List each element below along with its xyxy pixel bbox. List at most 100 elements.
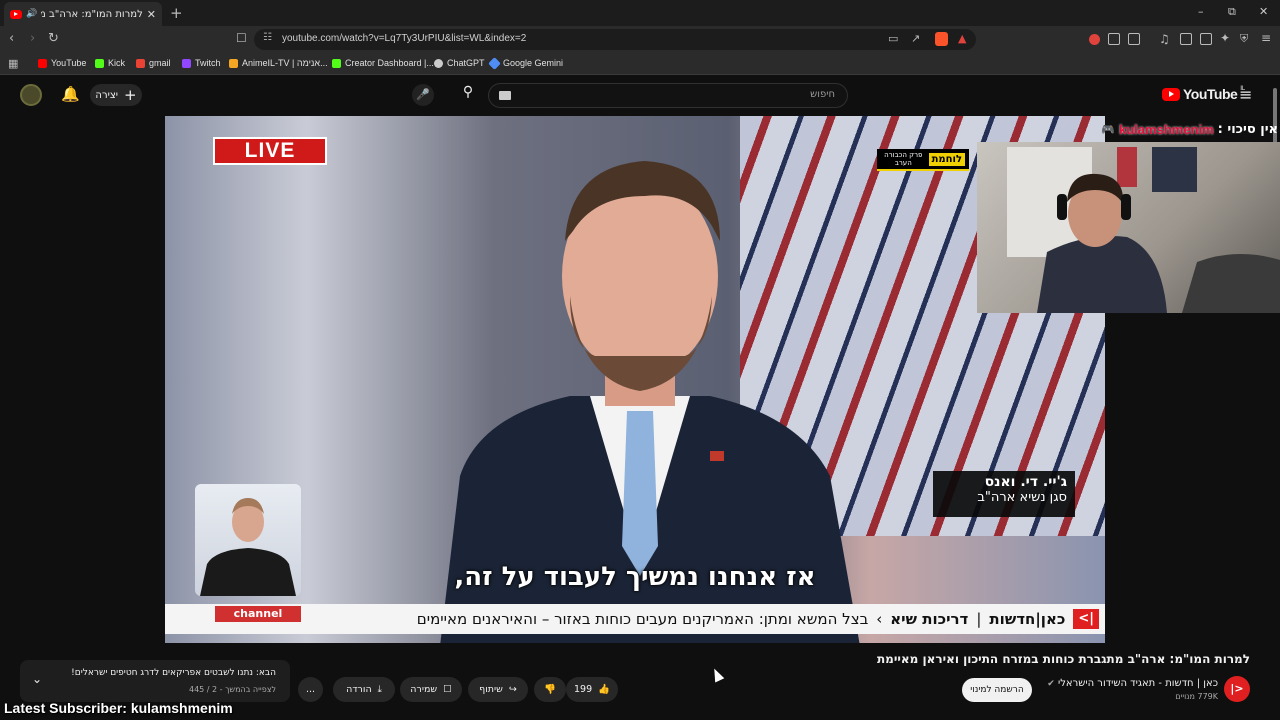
maximize-button[interactable]: ⧉ bbox=[1228, 5, 1236, 19]
browser-toolbar: ‹ › ↻ ☐ ☷ youtube.com/watch?v=Lq7Ty3UrPI… bbox=[0, 26, 1280, 53]
sidebar-icon[interactable] bbox=[1180, 33, 1192, 45]
notifications-bell-icon[interactable]: 🔔 bbox=[61, 85, 80, 103]
lower-third-title: סגן נשיא ארה"ב bbox=[977, 490, 1067, 505]
url-text[interactable]: youtube.com/watch?v=Lq7Ty3UrPIU&list=WL&… bbox=[282, 33, 526, 44]
guide-menu-icon[interactable]: ≡ bbox=[1239, 85, 1252, 104]
war-badge: לוחמת פרק הכבורה הערב bbox=[877, 149, 969, 171]
dislike-button[interactable]: 👎 bbox=[534, 677, 566, 702]
ticker-chevron-icon: › bbox=[876, 610, 883, 628]
share-page-icon[interactable]: ↗ bbox=[911, 32, 920, 45]
search-input[interactable]: חיפוש bbox=[488, 83, 848, 108]
ticker-brand: כאן|חדשות bbox=[989, 610, 1066, 628]
brave-rewards-icon[interactable]: ▲ bbox=[958, 32, 966, 45]
download-icon: ⤓ bbox=[377, 684, 382, 695]
video-player[interactable]: LIVE לוחמת פרק הכבורה הערב ג'יי. די. ואנ… bbox=[165, 116, 1105, 643]
search-icon[interactable]: ⚲ bbox=[450, 84, 486, 108]
signer-channel-tag: channel bbox=[215, 606, 301, 622]
streamer-prefix: אין סיכוי : bbox=[1217, 121, 1278, 137]
subscribe-button[interactable]: הרשמה למינוי bbox=[962, 678, 1032, 702]
bookmark-chatgpt[interactable]: ChatGPT bbox=[434, 58, 485, 68]
speaker-icon[interactable]: 🔊 bbox=[26, 9, 37, 19]
streamer-badge-icons: 🎮 bbox=[1101, 122, 1116, 136]
playlist-next-card[interactable]: ⌄ הבא: נתנו לשבטים אפריקאים לדרג חטיפים … bbox=[20, 660, 290, 702]
create-label: יצירה bbox=[95, 89, 118, 101]
cast-icon[interactable]: ▭ bbox=[888, 32, 898, 45]
share-button[interactable]: שיתוף ↪ bbox=[468, 677, 528, 702]
news-ticker: |> כאן|חדשות | דריכות שיא › בצל המשא ומת… bbox=[165, 604, 1105, 634]
tab-title: למרות המו"מ: ארה"ב מתגברת כ bbox=[41, 8, 143, 20]
search-placeholder: חיפוש bbox=[810, 89, 835, 100]
wallet-icon[interactable] bbox=[1200, 33, 1212, 45]
share-icon: ↪ bbox=[508, 684, 517, 695]
save-label: שמירה bbox=[410, 684, 438, 695]
war-badge-main: לוחמת bbox=[928, 152, 965, 166]
back-icon[interactable]: ‹ bbox=[9, 31, 14, 46]
lower-third-name: ג'יי. די. ואנס bbox=[984, 474, 1067, 490]
apps-grid-icon[interactable]: ▦ bbox=[8, 57, 18, 70]
leo-ai-icon[interactable]: ✦ bbox=[1220, 31, 1230, 45]
ticker-logo: |> bbox=[1073, 609, 1099, 629]
site-settings-icon[interactable]: ☷ bbox=[263, 32, 272, 43]
channel-name[interactable]: כאן | חדשות - תאגיד השידור הישראלי ✔ bbox=[1030, 678, 1218, 689]
media-controls-icon[interactable]: ♫ bbox=[1159, 32, 1170, 46]
bookmark-youtube[interactable]: YouTube bbox=[38, 58, 86, 68]
bookmark-twitch[interactable]: Twitch bbox=[182, 58, 221, 68]
next-video-title: הבא: נתנו לשבטים אפריקאים לדרג חטיפים יש… bbox=[71, 668, 276, 678]
keyboard-icon[interactable] bbox=[499, 91, 511, 100]
subscriber-count: 779K מנויים bbox=[1175, 692, 1218, 701]
ticker-separator: | bbox=[976, 610, 982, 628]
tab-close-icon[interactable]: ✕ bbox=[147, 8, 156, 21]
vpn-shield-icon[interactable]: ⛨ bbox=[1240, 32, 1248, 46]
tab-search-icon[interactable] bbox=[1128, 33, 1140, 45]
address-bar[interactable]: ☷ youtube.com/watch?v=Lq7Ty3UrPIU&list=W… bbox=[254, 29, 976, 50]
streamer-name: kulamshmenim bbox=[1119, 121, 1214, 137]
bookmarks-bar: ▦ YouTube Kick gmail Twitch AnimeIL-TV |… bbox=[0, 53, 1280, 75]
new-tab-button[interactable]: + bbox=[170, 4, 183, 22]
create-button[interactable]: יצירה + bbox=[90, 84, 142, 106]
extensions-puzzle-icon[interactable] bbox=[1108, 33, 1120, 45]
download-button[interactable]: הורדה ⤓ bbox=[333, 677, 395, 702]
close-window-button[interactable]: ✕ bbox=[1259, 5, 1268, 18]
ticker-section: דריכות שיא bbox=[890, 610, 969, 628]
bookmark-page-icon[interactable]: ☐ bbox=[236, 31, 247, 45]
like-icon[interactable]: 👍 bbox=[598, 684, 610, 695]
like-dislike-group: 199 👍 bbox=[566, 677, 618, 702]
lower-third: ג'יי. די. ואנס סגן נשיא ארה"ב bbox=[933, 471, 1075, 517]
extension-record-icon[interactable] bbox=[1089, 34, 1100, 45]
bookmark-animeil[interactable]: AnimeIL-TV | אנימה... bbox=[229, 58, 328, 68]
bookmark-creator-dashboard[interactable]: Creator Dashboard |... bbox=[332, 58, 434, 68]
youtube-masthead: 🔔 יצירה + 🎤 ⚲ חיפוש YouTube IL ≡ bbox=[0, 76, 1280, 116]
bookmark-gmail[interactable]: gmail bbox=[136, 58, 171, 68]
war-badge-sub: פרק הכבורה הערב bbox=[884, 151, 923, 167]
reload-icon[interactable]: ↻ bbox=[48, 31, 59, 46]
streamer-overlay-label: אין סיכוי : kulamshmenim 🎮 bbox=[998, 119, 1278, 139]
more-icon: ... bbox=[305, 684, 316, 695]
bookmark-kick[interactable]: Kick bbox=[95, 58, 125, 68]
browser-menu-icon[interactable]: ≡ bbox=[1261, 31, 1271, 45]
account-avatar[interactable] bbox=[20, 84, 42, 106]
youtube-favicon-icon bbox=[10, 9, 22, 19]
forward-icon[interactable]: › bbox=[30, 31, 35, 46]
browser-tab-active[interactable]: 🔊 למרות המו"מ: ארה"ב מתגברת כ ✕ bbox=[4, 2, 162, 26]
live-badge: LIVE bbox=[213, 137, 327, 165]
channel-name-text[interactable]: כאן | חדשות - תאגיד השידור הישראלי bbox=[1058, 678, 1218, 689]
minimize-button[interactable]: – bbox=[1198, 5, 1204, 18]
next-video-subtitle: לצפייה בהמשך - 2 / 445 bbox=[188, 685, 276, 694]
like-count[interactable]: 199 bbox=[574, 684, 592, 695]
webcam-scene bbox=[1007, 147, 1280, 313]
bookmark-gemini[interactable]: Google Gemini bbox=[488, 56, 563, 70]
dislike-icon: 👎 bbox=[544, 684, 556, 695]
youtube-play-icon bbox=[1162, 87, 1180, 101]
youtube-logo[interactable]: YouTube IL bbox=[1162, 86, 1245, 102]
voice-search-icon[interactable]: 🎤 bbox=[412, 84, 434, 106]
browser-tab-strip: 🔊 למרות המו"מ: ארה"ב מתגברת כ ✕ + – ⧉ ✕ bbox=[0, 0, 1280, 26]
save-bookmark-icon: ☐ bbox=[443, 684, 452, 695]
save-button[interactable]: שמירה ☐ bbox=[400, 677, 462, 702]
plus-icon: + bbox=[124, 86, 137, 104]
chevron-down-icon[interactable]: ⌄ bbox=[32, 672, 42, 686]
more-actions-button[interactable]: ... bbox=[298, 677, 323, 702]
brave-shield-icon[interactable] bbox=[935, 32, 948, 46]
channel-avatar[interactable]: |> bbox=[1224, 676, 1250, 702]
interpreter-figure bbox=[200, 498, 296, 596]
ticker-headline: בצל המשא ומתן: האמריקנים מעבים כוחות באז… bbox=[416, 610, 869, 628]
